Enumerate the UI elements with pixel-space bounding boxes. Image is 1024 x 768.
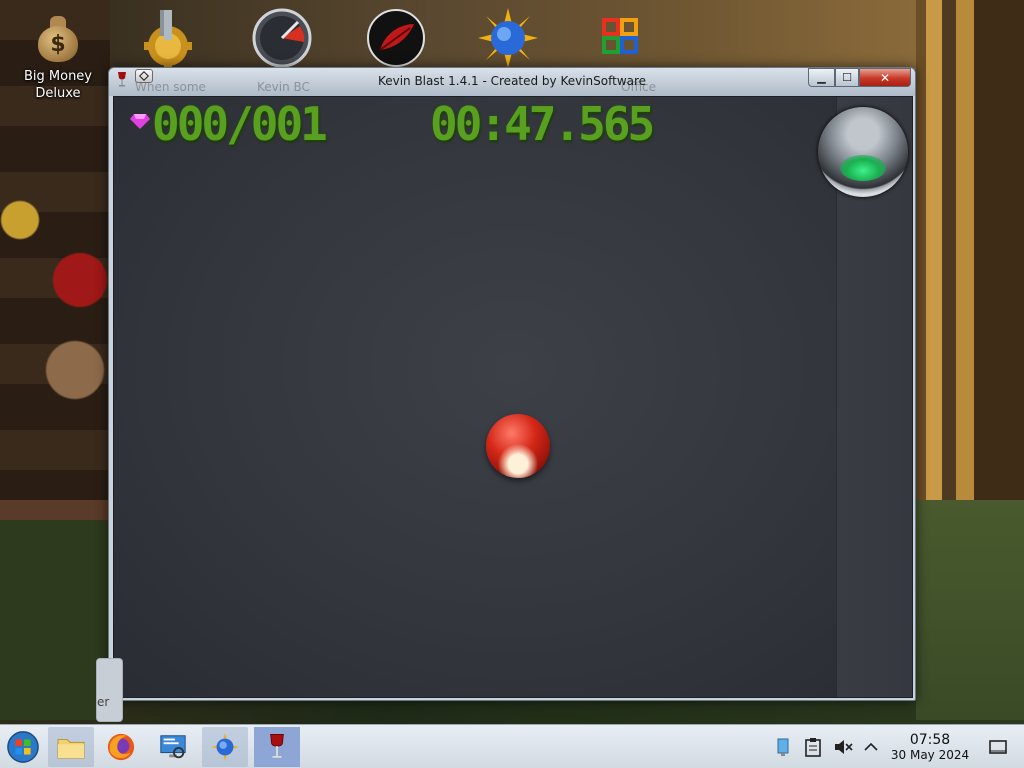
clock-time[interactable]: 07:58 <box>900 732 960 748</box>
game-timer: 00:47.565 <box>430 97 655 151</box>
taskbar <box>0 724 1024 768</box>
desktop-wallpaper-right-bottom <box>916 500 1024 720</box>
clipboard-icon[interactable] <box>803 737 823 757</box>
volume-muted-icon[interactable] <box>833 737 853 757</box>
desktop-icon-big-money-deluxe[interactable]: $ Big Money Deluxe <box>18 14 98 102</box>
blue-globe-sun-icon[interactable] <box>478 8 538 68</box>
game-area[interactable]: 000/001 00:47.565 <box>113 96 913 698</box>
taskbar-wine[interactable] <box>254 727 300 767</box>
peek-text: er <box>97 695 110 709</box>
green-orb-button[interactable] <box>818 107 908 197</box>
start-orb-icon <box>7 731 39 763</box>
kevin-blast-window[interactable]: When some Kevin BC Office Kevin Blast 1.… <box>108 67 916 701</box>
red-ball[interactable] <box>486 414 550 478</box>
score-counter: 000/001 <box>152 97 328 151</box>
gear-tool-icon[interactable] <box>138 8 198 68</box>
minimize-button[interactable]: ▁ <box>808 68 835 87</box>
tray-expand-icon[interactable] <box>861 737 881 757</box>
close-button[interactable]: ✕ <box>859 68 911 87</box>
taskbar-system-monitor[interactable] <box>150 727 196 767</box>
taskbar-file-manager[interactable] <box>48 727 94 767</box>
wine-icon <box>270 733 284 758</box>
desktop-wallpaper-bottom <box>0 500 110 720</box>
kevin-blast-icon <box>210 732 240 762</box>
file-manager-icon <box>57 739 85 759</box>
red-leaf-icon[interactable] <box>366 8 426 68</box>
show-desktop-icon[interactable] <box>988 737 1008 757</box>
pink-gem-icon <box>130 114 150 129</box>
taskbar-kevin-blast[interactable] <box>202 727 248 767</box>
money-bag-icon: $ <box>36 14 80 62</box>
firefox-icon <box>107 733 135 761</box>
start-button[interactable] <box>0 727 46 767</box>
window-titlebar[interactable]: When some Kevin BC Office Kevin Blast 1.… <box>109 68 915 96</box>
maximize-button[interactable]: ☐ <box>835 68 859 87</box>
hidden-panel-peek[interactable]: er <box>96 658 123 722</box>
window-title: Kevin Blast 1.4.1 - Created by KevinSoft… <box>377 74 647 88</box>
system-monitor-icon <box>160 735 186 759</box>
colorful-squares-icon[interactable] <box>592 8 652 68</box>
clock-date[interactable]: 30 May 2024 <box>884 748 976 762</box>
taskbar-firefox[interactable] <box>98 727 144 767</box>
speedometer-icon[interactable] <box>252 8 312 68</box>
desktop-icon-label: Big Money Deluxe <box>23 69 92 101</box>
network-icon[interactable] <box>773 737 793 757</box>
